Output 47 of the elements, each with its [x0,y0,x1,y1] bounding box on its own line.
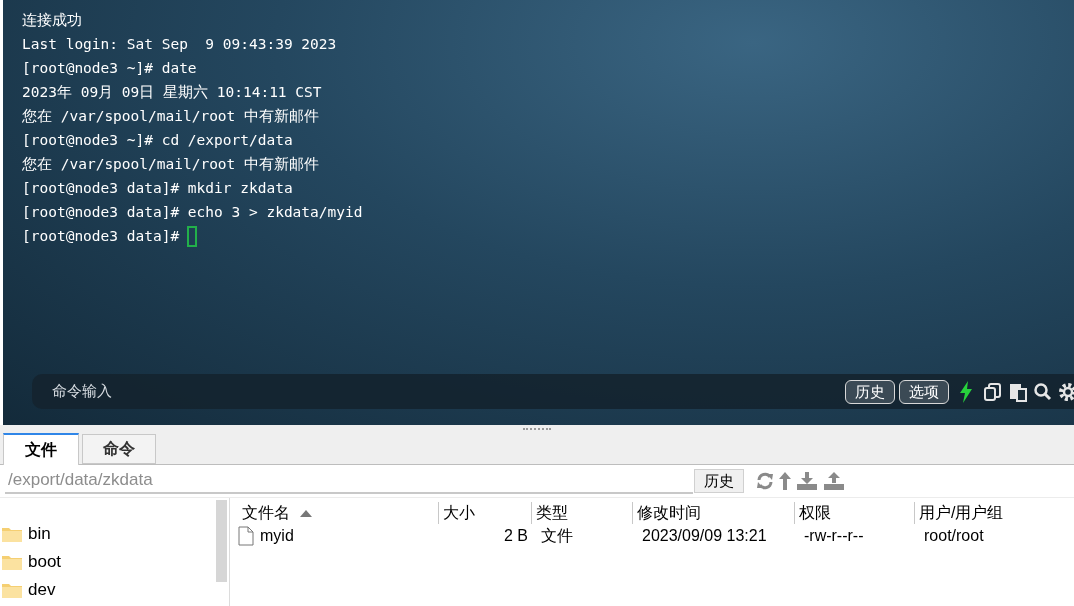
column-header[interactable]: 修改时间 [635,501,701,525]
copy-icon[interactable] [983,381,1003,402]
column-header[interactable]: 权限 [797,501,831,525]
command-bar-button[interactable]: 选项 [899,379,949,404]
terminal-line: [root@node3 data]# echo 3 > zkdata/myid [22,203,363,222]
lightning-icon[interactable] [959,380,973,403]
splitter-handle[interactable] [523,427,551,430]
scrollbar[interactable] [216,500,227,582]
terminal-line: 2023年 09月 09日 星期六 10:14:11 CST [22,83,322,102]
terminal-line: Last login: Sat Sep 9 09:43:39 2023 [22,35,337,54]
terminal-line: 您在 /var/spool/mail/root 中有新邮件 [22,107,320,126]
terminal-line: [root@node3 ~]# cd /export/data [22,131,293,150]
column-header[interactable]: 类型 [534,501,568,525]
terminal-line: [root@node3 ~]# date [22,59,197,78]
terminal-line: 您在 /var/spool/mail/root 中有新邮件 [22,155,320,174]
paste-icon[interactable] [1008,381,1028,402]
tree-item[interactable]: dev [28,577,56,603]
settings-icon[interactable] [1058,381,1074,402]
modified-time: 2023/09/09 13:21 [642,527,767,544]
upload-icon[interactable] [824,472,844,490]
download-icon[interactable] [797,472,817,490]
tree-item[interactable]: boot [28,549,62,575]
tab[interactable]: 文件 [3,433,79,465]
search-icon[interactable] [1033,382,1052,401]
file-owner: root/root [924,527,984,544]
refresh-icon[interactable] [756,472,774,490]
terminal-line: 连接成功 [22,11,82,30]
terminal-line: [root@node3 data]# mkdir zkdata [22,179,293,198]
terminal-prompt: [root@node3 data]# [22,227,180,246]
column-header[interactable]: 用户/用户组 [917,501,1004,525]
command-input[interactable]: 命令输入 历史 选项 [32,374,1074,409]
cursor [187,225,198,247]
folder-icon [2,582,22,598]
file-permissions: -rw-r--r-- [804,527,864,544]
command-bar-button[interactable]: 历史 [845,379,895,404]
folder-icon [2,554,22,570]
history-button[interactable]: 历史 [694,469,744,493]
file-icon [238,526,254,546]
column-header[interactable]: 大小 [441,501,475,525]
tree-item[interactable]: bin [28,521,51,547]
folder-icon [2,526,22,542]
file-type: 文件 [541,527,573,544]
file-size: 2 B [504,526,528,546]
tab[interactable]: 命令 [82,434,156,464]
up-arrow-icon[interactable] [779,472,791,490]
column-header[interactable]: 文件名 [240,501,290,525]
file-name[interactable]: myid [260,524,294,548]
